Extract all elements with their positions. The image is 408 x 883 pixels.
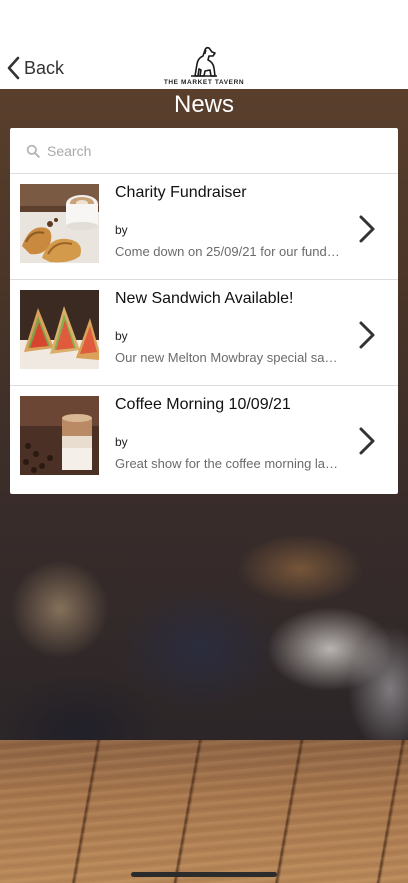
search-bar — [10, 128, 398, 174]
wooden-table-background — [0, 740, 408, 883]
iced-coffee-thumbnail — [20, 396, 99, 475]
home-indicator[interactable] — [131, 872, 277, 877]
news-excerpt: Our new Melton Mowbray special sandwich … — [115, 350, 343, 365]
dog-logo-icon — [191, 46, 217, 77]
market-tavern-logo: THE MARKET TAVERN — [154, 44, 254, 88]
search-icon — [26, 144, 40, 158]
news-excerpt: Great show for the coffee morning last w… — [115, 456, 343, 471]
news-title: Charity Fundraiser — [115, 184, 247, 201]
chevron-right-icon — [359, 427, 375, 455]
back-label: Back — [24, 57, 65, 78]
top-navigation-bar: Back THE MARKET TAVERN — [0, 0, 408, 89]
search-input[interactable] — [45, 141, 369, 160]
news-item-charity-fundraiser[interactable]: Charity Fundraiser by Come down on 25/09… — [10, 174, 398, 280]
news-author: by — [115, 223, 128, 237]
news-excerpt: Come down on 25/09/21 for our fundraiser… — [115, 244, 343, 259]
news-title: Coffee Morning 10/09/21 — [115, 396, 291, 413]
page-title: News — [173, 91, 234, 118]
news-author: by — [115, 329, 128, 343]
logo-text: THE MARKET TAVERN — [163, 79, 245, 86]
chevron-left-icon — [7, 56, 20, 80]
news-list-panel: Charity Fundraiser by Come down on 25/09… — [10, 128, 398, 494]
news-item-coffee-morning[interactable]: Coffee Morning 10/09/21 by Great show fo… — [10, 386, 398, 492]
croissants-coffee-thumbnail — [20, 184, 99, 263]
news-author: by — [115, 435, 128, 449]
back-button[interactable]: Back — [6, 54, 64, 82]
news-item-new-sandwich[interactable]: New Sandwich Available! by Our new Melto… — [10, 280, 398, 386]
news-title: New Sandwich Available! — [115, 290, 294, 307]
chevron-right-icon — [359, 321, 375, 349]
chevron-right-icon — [359, 215, 375, 243]
sandwich-thumbnail — [20, 290, 99, 369]
